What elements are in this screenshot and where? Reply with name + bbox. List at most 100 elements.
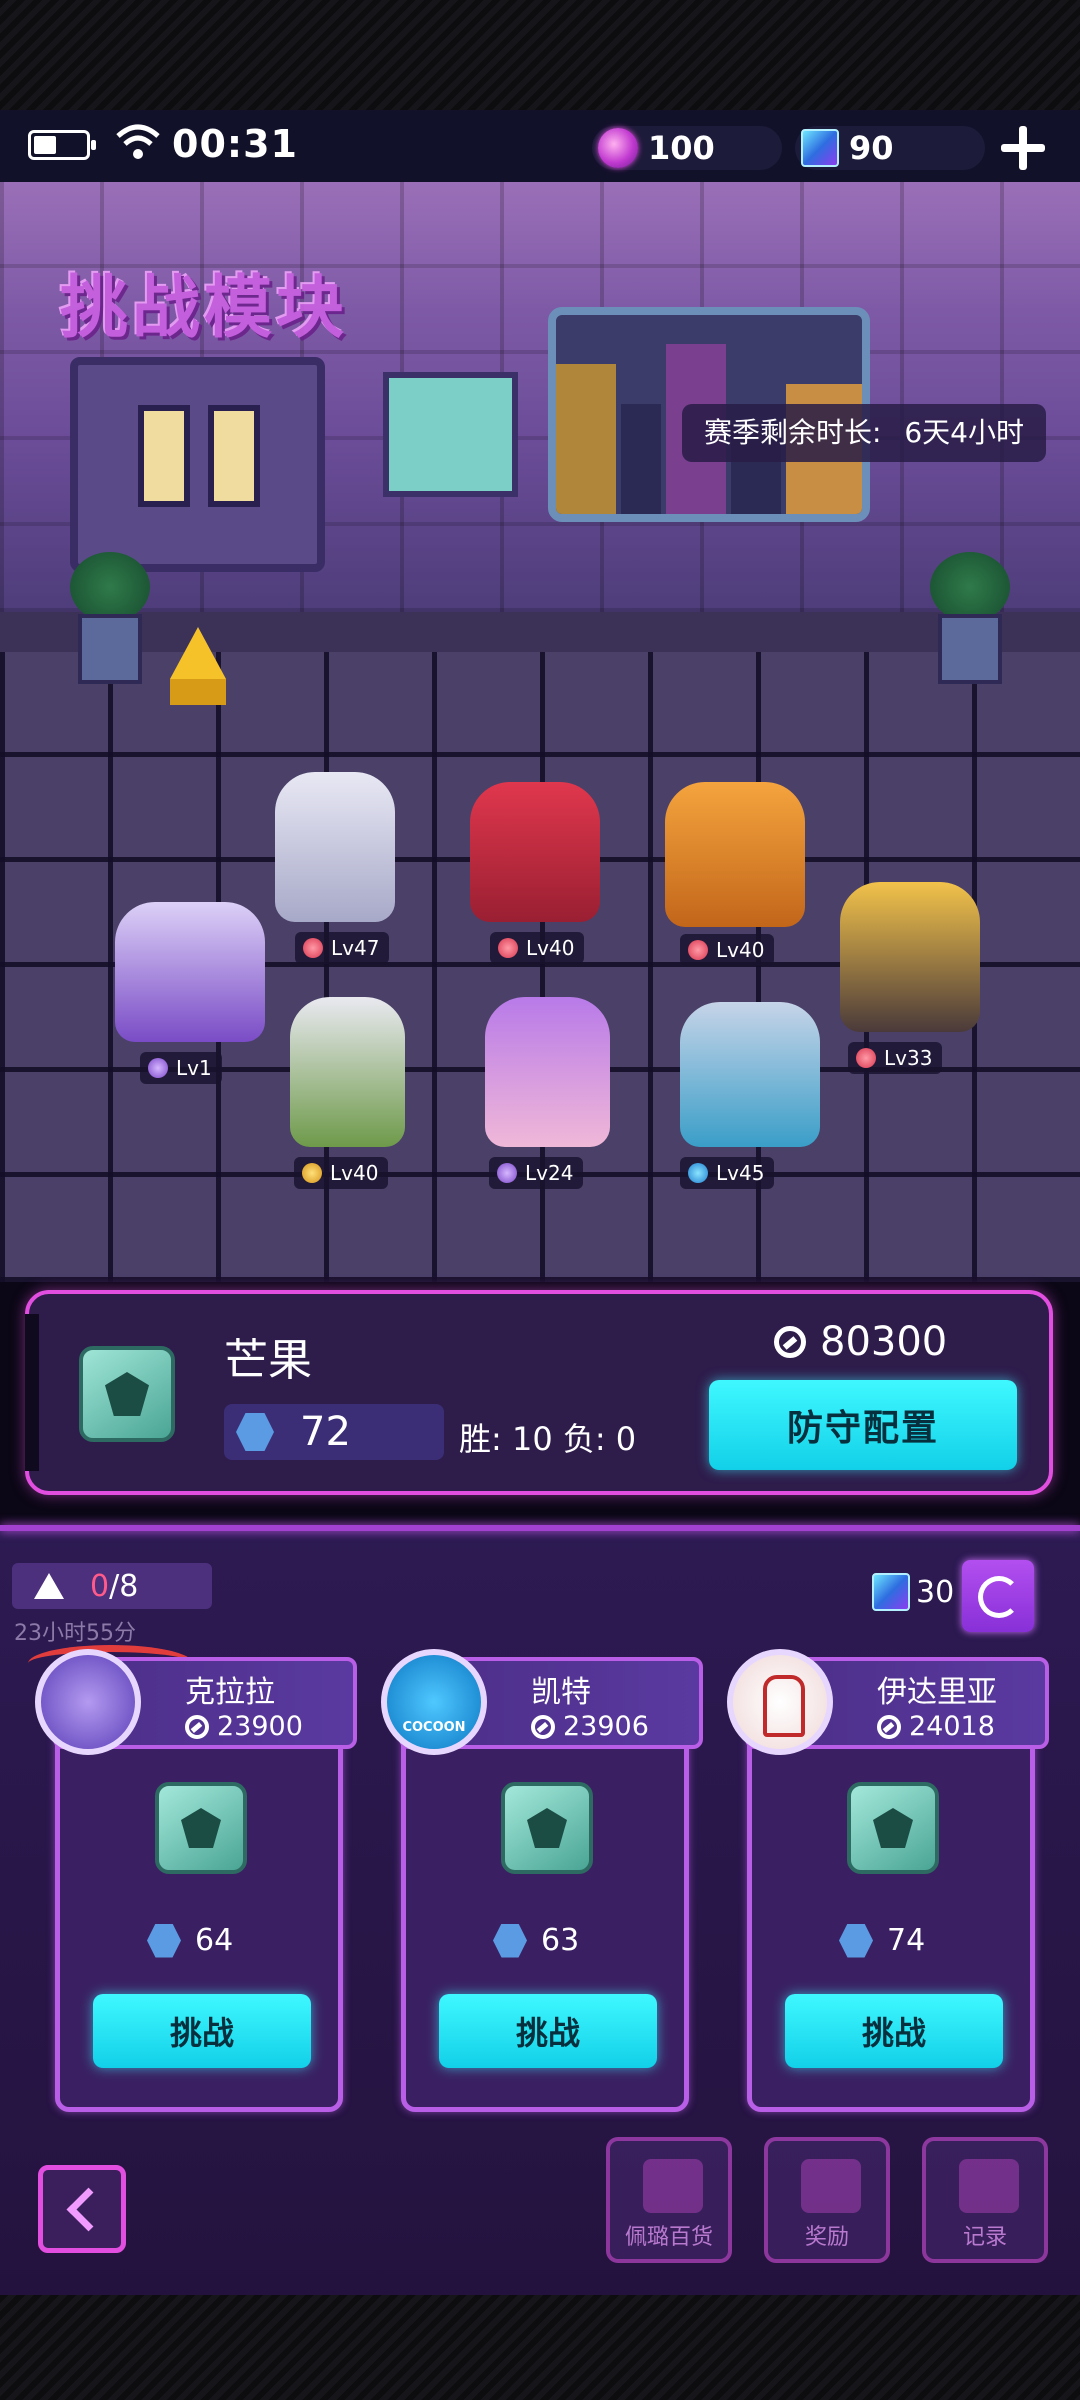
gem-icon	[598, 128, 638, 168]
avatar[interactable]	[35, 1649, 141, 1755]
level-tag: Lv40	[294, 1157, 389, 1189]
level-value: Lv40	[330, 1161, 379, 1185]
opponent-rank-value: 74	[887, 1923, 926, 1958]
swirl-icon	[688, 1163, 708, 1183]
door-decoration	[70, 357, 325, 572]
opponent-score-value: 23900	[217, 1711, 303, 1742]
refresh-opponents-button[interactable]	[962, 1560, 1034, 1632]
record-label: 记录	[962, 2225, 1007, 2250]
level-value: Lv47	[331, 936, 380, 960]
fire-icon	[498, 938, 518, 958]
score-icon	[877, 1714, 901, 1739]
cube-value: 90	[849, 129, 894, 167]
defense-config-button[interactable]: 防守配置	[709, 1380, 1017, 1470]
cube-counter[interactable]: 90	[795, 126, 985, 170]
reward-label: 奖励	[804, 2225, 849, 2250]
attempts-counter: 0 /8	[12, 1563, 212, 1609]
opponent-score: 23906	[531, 1711, 649, 1742]
rank-hex-icon	[839, 1923, 873, 1958]
player-score: 80300	[774, 1319, 947, 1365]
shop-label: 佩璐百货	[624, 2225, 713, 2250]
opponent-rank-value: 63	[541, 1923, 580, 1958]
cube-icon	[872, 1573, 910, 1611]
status-time: 00:31	[172, 122, 298, 166]
cube-icon	[801, 129, 839, 167]
opponent-rank: 74	[839, 1923, 925, 1958]
arena-scene: 挑战模块 赛季剩余时长: 6天4小时 Lv47 Lv40 Lv40 Lv1 Lv…	[0, 182, 1080, 1282]
challenge-panel: 0 /8 23小时55分 30 克拉拉 23900 64 挑战 凯特 23906…	[0, 1525, 1080, 2295]
attempts-current: 0	[90, 1568, 110, 1604]
player-rank-value: 72	[300, 1409, 351, 1455]
level-tag: Lv45	[680, 1157, 775, 1189]
level-tag: Lv40	[680, 934, 775, 966]
level-tag: Lv24	[489, 1157, 584, 1189]
season-value: 6天4小时	[904, 416, 1024, 449]
opponent-score: 23900	[185, 1711, 303, 1742]
avatar[interactable]	[727, 1649, 833, 1755]
plant-decoration	[70, 552, 150, 692]
level-tag: Lv1	[140, 1052, 222, 1084]
level-value: Lv40	[526, 936, 575, 960]
rank-hex-icon	[236, 1413, 274, 1451]
player-rank: 72	[224, 1404, 444, 1460]
player-name: 芒果	[224, 1335, 312, 1386]
win-loss-record: 胜: 10 负: 0	[459, 1420, 637, 1458]
opponent-card: 伊达里亚 24018 74 挑战	[727, 1649, 1049, 2117]
score-icon	[531, 1714, 555, 1739]
season-label: 赛季剩余时长:	[704, 416, 882, 449]
level-value: Lv33	[884, 1046, 933, 1070]
challenge-button[interactable]: 挑战	[93, 1994, 311, 2068]
score-icon	[185, 1714, 209, 1739]
arena-title-art: 挑战模块	[60, 269, 349, 348]
refresh-timer: 23小时55分	[14, 1621, 136, 1646]
player-score-value: 80300	[820, 1319, 948, 1365]
rank-badge-icon	[155, 1782, 247, 1874]
opponent-name: 克拉拉	[185, 1675, 275, 1710]
refresh-cost: 30	[872, 1573, 954, 1611]
fire-icon	[856, 1048, 876, 1068]
opponent-name: 伊达里亚	[877, 1675, 997, 1710]
opponent-rank-value: 64	[195, 1923, 234, 1958]
level-value: Lv45	[716, 1161, 765, 1185]
level-value: Lv1	[176, 1056, 212, 1080]
fire-icon	[303, 938, 323, 958]
level-tag: Lv33	[848, 1042, 943, 1074]
wifi-icon	[116, 124, 160, 159]
rank-hex-icon	[147, 1923, 181, 1958]
challenge-button[interactable]: 挑战	[785, 1994, 1003, 2068]
opponent-rank: 64	[147, 1923, 233, 1958]
opponent-score-value: 24018	[909, 1711, 995, 1742]
record-button[interactable]: 记录	[922, 2137, 1048, 2263]
gift-icon	[801, 2159, 861, 2213]
warning-sign-decoration	[170, 627, 226, 707]
opponent-name: 凯特	[531, 1675, 591, 1710]
rank-badge-icon	[847, 1782, 939, 1874]
void-icon	[497, 1163, 517, 1183]
challenge-button[interactable]: 挑战	[439, 1994, 657, 2068]
level-tag: Lv40	[490, 932, 585, 964]
video-record-icon	[959, 2159, 1019, 2213]
opponent-score-value: 23906	[563, 1711, 649, 1742]
opponent-score: 24018	[877, 1711, 995, 1742]
player-info-card: 芒果 72 胜: 10 负: 0 80300 防守配置	[25, 1290, 1053, 1495]
rank-badge-icon	[501, 1782, 593, 1874]
fire-icon	[688, 940, 708, 960]
level-value: Lv40	[716, 938, 765, 962]
shop-icon	[643, 2159, 703, 2213]
add-currency-button[interactable]	[995, 120, 1051, 176]
avatar[interactable]: COCOON	[381, 1649, 487, 1755]
bottom-screen-edge	[0, 2295, 1080, 2400]
battery-icon	[28, 130, 96, 160]
season-remaining: 赛季剩余时长: 6天4小时	[682, 404, 1046, 462]
reward-button[interactable]: 奖励	[764, 2137, 890, 2263]
mountain-icon	[302, 1163, 322, 1183]
gem-value: 100	[648, 129, 715, 167]
back-button[interactable]	[38, 2165, 126, 2253]
opponent-rank: 63	[493, 1923, 579, 1958]
opponent-card: 凯特 23906 COCOON 63 挑战	[381, 1649, 703, 2117]
void-icon	[148, 1058, 168, 1078]
shop-button[interactable]: 佩璐百货	[606, 2137, 732, 2263]
avatar-text: COCOON	[402, 1720, 466, 1735]
attempts-total: /8	[109, 1568, 139, 1604]
gem-counter[interactable]: 100	[592, 126, 782, 170]
